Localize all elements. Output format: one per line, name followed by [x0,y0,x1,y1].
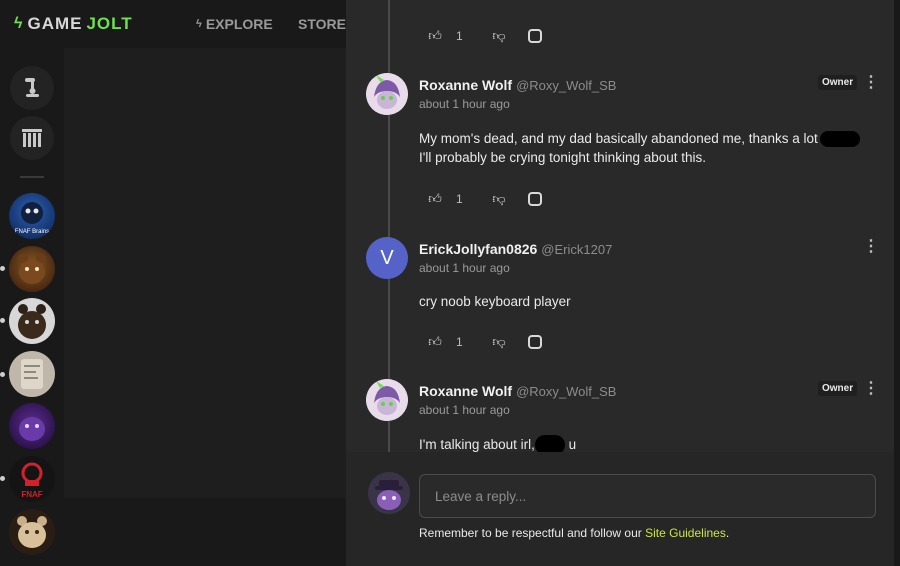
community-unread-dot [0,266,5,271]
avatar-current-user [368,472,410,514]
sidebar-divider [20,176,44,178]
reply-composer: Remember to be respectful and follow our… [346,452,894,566]
thumbs-down-icon[interactable]: 👎︎ [492,191,506,207]
comment-item: Roxanne Wolf @Roxy_Wolf_SB about 1 hour … [366,379,886,459]
community-fnaf-brains[interactable]: FNAF Brains [9,193,55,239]
comment-body: cry noob keyboard player [419,292,869,311]
thumbs-down-icon[interactable]: 👎︎ [492,334,506,350]
nav-store-label: STORE [298,16,346,32]
discover-icon [25,78,39,97]
comment-text: I'll probably be crying tonight thinking… [419,150,707,165]
timestamp[interactable]: about 1 hour ago [419,403,510,417]
like-count: 1 [456,29,463,43]
comment-actions: 👍︎ 1 👎︎ [428,28,542,44]
community-avatar-freddy [18,253,46,284]
nav-store[interactable]: STORE [298,16,346,32]
redaction-scribble [819,131,860,148]
logo-game-text: GAME [27,14,83,33]
comment-item: V ErickJollyfan0826 @Erick1207 about 1 h… [366,237,886,347]
like-count: 1 [456,335,463,349]
top-nav: ϟ GAME JOLT ϟ EXPLORE STORE [0,0,346,48]
community-avatar-sketch [21,359,43,389]
reply-icon[interactable] [528,29,542,43]
community-avatar-dark-freddy [18,304,46,339]
community-avatar-fnaf-brains: FNAF Brains [15,202,49,235]
library-icon [22,129,42,147]
panel-edge [894,0,900,566]
more-options-icon[interactable]: ⋮ [863,239,879,255]
comment-text: I'm talking about irl, [419,437,535,452]
comment-header: ErickJollyfan0826 @Erick1207 [419,241,612,257]
timestamp[interactable]: about 1 hour ago [419,97,510,111]
avatar[interactable]: V [366,237,408,279]
left-sidebar: FNAF Brains FNAF [0,48,64,566]
thumbs-up-icon[interactable]: 👍︎ [428,334,442,350]
community-fnaf-label: FNAF [21,490,42,499]
reply-input[interactable] [419,474,876,518]
comment-actions: 👍︎ 1 👎︎ [428,334,542,350]
username[interactable]: Roxanne Wolf [419,383,512,399]
comment-body: My mom's dead, and my dad basically aban… [419,129,869,167]
reply-icon[interactable] [528,335,542,349]
username[interactable]: Roxanne Wolf [419,77,512,93]
community-unread-dot [0,318,5,323]
discover-button[interactable] [10,66,54,110]
guidelines-suffix: . [725,526,730,540]
community-fnaf-brains-label: FNAF Brains [15,229,49,235]
gamejolt-logo[interactable]: ϟ GAME JOLT [14,14,133,34]
main-content-footer [64,498,346,566]
more-options-icon[interactable]: ⋮ [863,381,879,397]
comment-text: My mom's dead, and my dad basically aban… [419,131,818,146]
community-unread-dot [0,372,5,377]
bolt-icon: ϟ [14,15,24,32]
user-handle[interactable]: @Roxy_Wolf_SB [516,384,616,399]
community-dark-freddy[interactable] [9,298,55,344]
owner-badge: Owner [818,381,858,396]
reply-icon[interactable] [528,192,542,206]
avatar[interactable] [366,379,408,421]
community-purple[interactable] [9,403,55,449]
site-guidelines-link[interactable]: Site Guidelines [645,526,726,540]
avatar-roxanne [366,73,408,115]
community-avatar-bear [17,516,47,548]
like-count: 1 [456,192,463,206]
community-fnaf[interactable]: FNAF [9,456,55,502]
community-bear[interactable] [9,509,55,555]
nav-explore-label: EXPLORE [205,16,273,32]
avatar[interactable] [366,73,408,115]
thumbs-up-icon[interactable]: 👍︎ [428,191,442,207]
comment-text: u [568,437,577,452]
user-handle[interactable]: @Roxy_Wolf_SB [516,78,616,93]
comment-actions: 👍︎ 1 👎︎ [428,191,542,207]
nav-explore[interactable]: ϟ EXPLORE [196,16,273,32]
more-options-icon[interactable]: ⋮ [863,75,879,91]
thumbs-down-icon[interactable]: 👎︎ [492,28,506,44]
current-user-avatar[interactable] [368,472,410,514]
avatar-roxanne [366,379,408,421]
logo-jolt-text: JOLT [86,14,133,33]
community-unread-dot [0,476,5,481]
comment-header: Roxanne Wolf @Roxy_Wolf_SB [419,77,616,93]
user-handle[interactable]: @Erick1207 [541,242,612,257]
main-content-area [64,48,346,498]
explore-bolt-icon: ϟ [196,18,202,30]
community-sketch[interactable] [9,351,55,397]
community-freddy[interactable] [9,246,55,292]
guidelines-text: Remember to be respectful and follow our [419,526,642,540]
username[interactable]: ErickJollyfan0826 [419,241,537,257]
community-avatar-fnaf: FNAF [21,462,43,499]
community-avatar-purple [19,417,45,441]
timestamp[interactable]: about 1 hour ago [419,261,510,275]
app-root: ϟ GAME JOLT ϟ EXPLORE STORE FNAF Brains … [0,0,900,566]
thumbs-up-icon[interactable]: 👍︎ [428,28,442,44]
comment-text: cry noob keyboard player [419,294,571,309]
comment-header: Roxanne Wolf @Roxy_Wolf_SB [419,383,616,399]
owner-badge: Owner [818,75,858,90]
guidelines-notice: Remember to be respectful and follow our… [419,526,729,540]
library-button[interactable] [10,116,54,160]
